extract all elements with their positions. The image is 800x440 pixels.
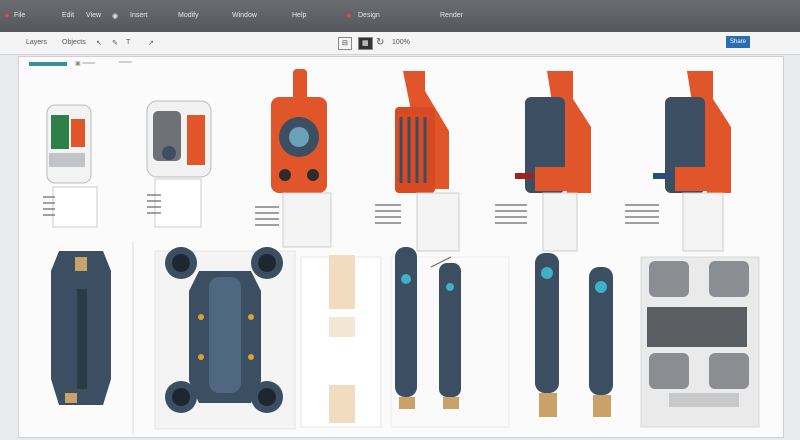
device-navy-handles[interactable] xyxy=(390,247,510,428)
device-dark-grip-top-view[interactable] xyxy=(51,251,111,405)
menu-render[interactable]: Render xyxy=(440,12,463,19)
rotate-icon[interactable]: ↻ xyxy=(376,37,384,48)
device-white-grip[interactable] xyxy=(146,100,212,228)
grid-icon[interactable]: ▦ xyxy=(358,37,373,50)
toolbar: Layers Objects ↖ ✎ T ↗ ⊟ ▦ ↻ 100% Share xyxy=(0,32,800,55)
zoom-level[interactable]: 100% xyxy=(392,39,410,46)
design-canvas[interactable]: ▣ ═══ ═══ xyxy=(18,56,784,438)
text-icon[interactable]: T xyxy=(126,39,130,46)
device-gray-clamp[interactable] xyxy=(640,256,760,428)
device-orange-arm-1[interactable] xyxy=(495,71,591,252)
settings-icon[interactable]: ◉ xyxy=(112,12,118,20)
menu-view[interactable]: View xyxy=(86,12,101,19)
node-icon[interactable]: ↗ xyxy=(148,39,154,47)
artwork xyxy=(43,69,760,435)
title-bar: ● File Edit View ◉ Insert Modify Window … xyxy=(0,0,800,32)
menu-window[interactable]: Window xyxy=(232,12,257,19)
menu-modify[interactable]: Modify xyxy=(178,12,199,19)
pointer-icon[interactable]: ↖ xyxy=(96,39,102,47)
device-orange-finned[interactable] xyxy=(375,71,460,252)
device-tan-sections[interactable] xyxy=(300,255,382,428)
share-button[interactable]: Share xyxy=(726,36,751,48)
device-orange-camera[interactable] xyxy=(255,69,332,248)
layers-label[interactable]: Layers xyxy=(26,39,47,46)
menu-help[interactable]: Help xyxy=(292,12,306,19)
fit-icon[interactable]: ⊟ xyxy=(338,37,352,50)
device-rover-top-view[interactable] xyxy=(154,247,296,430)
menu-file[interactable]: File xyxy=(14,12,25,19)
menu-edit[interactable]: Edit xyxy=(62,12,74,19)
record-icon[interactable]: ● xyxy=(346,10,351,20)
device-white-scanner[interactable] xyxy=(43,104,98,228)
objects-label[interactable]: Objects xyxy=(62,39,86,46)
pen-icon[interactable]: ✎ xyxy=(112,39,118,47)
close-icon[interactable]: ● xyxy=(4,10,9,20)
device-navy-handles-2[interactable] xyxy=(535,253,613,417)
menu-design[interactable]: Design xyxy=(358,12,380,19)
device-orange-arm-2[interactable] xyxy=(625,71,731,252)
menu-insert[interactable]: Insert xyxy=(130,12,148,19)
